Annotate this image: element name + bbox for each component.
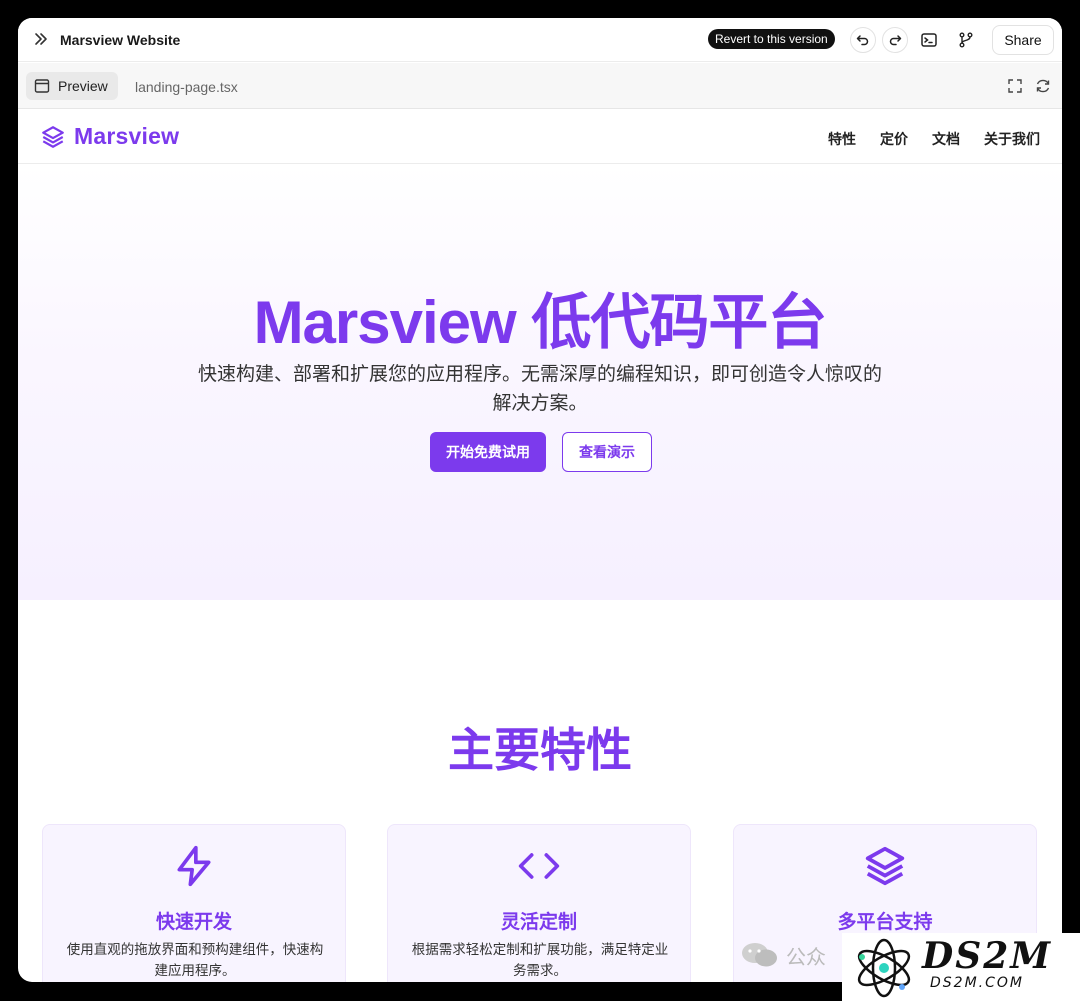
hero-section: Marsview 低代码平台 快速构建、部署和扩展您的应用程序。无需深厚的编程知… [18,164,1062,600]
revert-version-button[interactable]: Revert to this version [708,29,835,49]
feature-card-title: 多平台支持 [837,912,933,933]
feature-card: 灵活定制 根据需求轻松定制和扩展功能，满足特定业务需求。 [387,824,691,982]
wechat-watermark: 公众 [740,940,826,970]
ds2m-domain: DS2M.COM [930,975,1024,991]
layers-icon [42,125,64,148]
wechat-watermark-text: 公众 [786,946,826,969]
fullscreen-icon[interactable] [1004,75,1026,97]
feature-card-title: 灵活定制 [500,912,577,933]
site-brand: Marsview [74,123,180,149]
git-branch-icon[interactable] [954,28,978,52]
tab-source-file[interactable]: landing-page.tsx [135,79,238,95]
site-navbar: Marsview 特性 定价 文档 关于我们 [18,109,1062,164]
wechat-icon [742,943,777,967]
hero-title: Marsview 低代码平台 [253,289,828,356]
window-title: Marsview Website [60,32,181,48]
undo-button[interactable] [850,27,876,53]
undo-icon [856,35,869,46]
tab-bar: Preview landing-page.tsx [18,63,1062,109]
terminal-icon[interactable] [917,28,941,52]
feature-card-title: 快速开发 [155,912,232,933]
app-window: Marsview Website Revert to this version … [18,18,1062,982]
ds2m-watermark: DS2M DS2M.COM [842,933,1080,1001]
feature-card-desc: 使用直观的拖放界面和预构建组件，快速构建应用程序。 [66,942,324,978]
lightning-icon [171,843,217,889]
features-title: 主要特性 [448,724,632,776]
refresh-icon[interactable] [1032,75,1054,97]
redo-button[interactable] [882,27,908,53]
nav-link-about[interactable]: 关于我们 [984,129,1040,149]
layers-icon [862,843,908,889]
feature-card: 快速开发 使用直观的拖放界面和预构建组件，快速构建应用程序。 [42,824,346,982]
hero-subtitle: 快速构建、部署和扩展您的应用程序。无需深厚的编程知识，即可创造令人惊叹的解决方案… [197,364,882,414]
nav-link-docs[interactable]: 文档 [932,129,960,149]
tab-preview-label: Preview [58,78,108,94]
top-bar: Marsview Website Revert to this version … [18,18,1062,62]
site-nav-links: 特性 定价 文档 关于我们 [828,129,1040,149]
feature-card-desc: 根据需求轻松定制和扩展功能，满足特定业务需求。 [411,942,669,978]
start-free-trial-button[interactable]: 开始免费试用 [430,432,546,472]
ds2m-brand: DS2M [922,935,1053,977]
nav-link-features[interactable]: 特性 [828,129,856,149]
tab-preview[interactable]: Preview [26,72,118,100]
atom-logo-icon [857,938,911,998]
share-button[interactable]: Share [992,25,1054,55]
expand-sidebar-icon[interactable] [32,30,50,48]
site-logo[interactable]: Marsview [40,123,179,150]
redo-icon [889,35,902,46]
code-icon [516,843,562,889]
nav-link-pricing[interactable]: 定价 [880,129,908,149]
view-demo-button[interactable]: 查看演示 [562,432,652,472]
window-icon [34,79,50,93]
